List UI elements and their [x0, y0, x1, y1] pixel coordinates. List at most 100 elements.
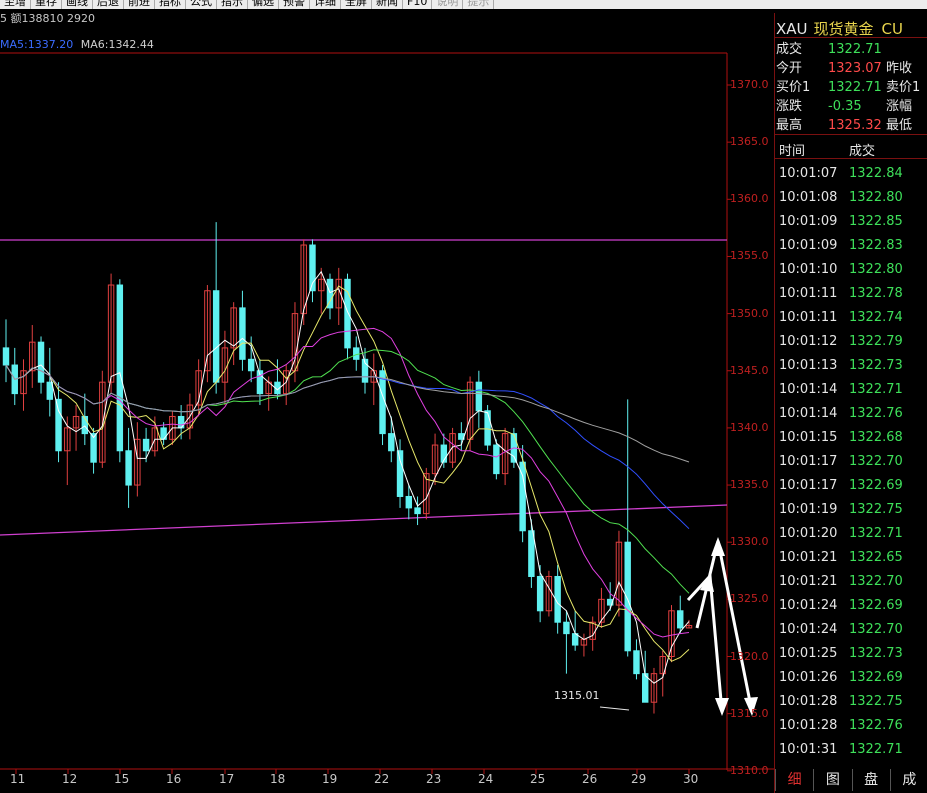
candle-body	[414, 507, 421, 515]
tick-time: 10:01:26	[779, 670, 838, 685]
candle-body	[239, 307, 246, 360]
tick-time: 10:01:31	[779, 742, 838, 757]
tick-price: 1322.73	[849, 358, 903, 373]
y-tick-label: 1335.0	[730, 478, 769, 492]
tick-price: 1322.83	[849, 238, 903, 253]
candle-body	[528, 530, 535, 577]
tick-time: 10:01:28	[779, 718, 838, 733]
tick-time: 10:01:20	[779, 526, 838, 541]
tick-row: 10:01:15 1322.68	[779, 426, 903, 450]
tick-row: 10:01:07 1322.84	[779, 162, 903, 186]
tick-price: 1322.84	[849, 166, 903, 181]
tick-time: 10:01:09	[779, 214, 838, 229]
candle-body	[379, 370, 386, 435]
tick-row: 10:01:21 1322.65	[779, 546, 903, 570]
tick-price: 1322.71	[849, 526, 903, 541]
candle-body	[37, 341, 45, 383]
quote-label-2: 最低	[886, 118, 913, 133]
quote-title: XAU 现货黄金 CU	[776, 18, 903, 39]
x-tick-label: 25	[530, 772, 546, 786]
x-tick-label: 12	[62, 772, 78, 786]
y-tick-label: 1310.0	[730, 763, 769, 777]
quote-label-2: 卖价1	[886, 80, 921, 95]
tick-row: 10:01:26 1322.69	[779, 666, 903, 690]
candle-body	[116, 284, 124, 452]
tick-row: 10:01:31 1322.71	[779, 738, 903, 762]
currency-code: CU	[881, 20, 903, 38]
quote-value: 1322.71	[828, 42, 882, 57]
quote-label-2: 涨幅	[886, 99, 913, 114]
tick-row: 10:01:19 1322.75	[779, 498, 903, 522]
y-tick-label: 1355.0	[730, 249, 769, 263]
candle-body	[677, 610, 684, 629]
tick-row: 10:01:28 1322.76	[779, 714, 903, 738]
trend-line	[0, 504, 728, 536]
panel-tabs: 细 图 盘 成	[775, 769, 927, 791]
tick-time: 10:01:15	[779, 430, 838, 445]
tick-price: 1322.71	[849, 382, 903, 397]
quote-label: 最高	[776, 118, 803, 133]
quote-row: 今开 1323.07 昨收	[776, 59, 912, 78]
tick-row: 10:01:09 1322.85	[779, 210, 903, 234]
tick-time: 10:01:13	[779, 358, 838, 373]
x-tick-label: 17	[219, 772, 235, 786]
candle-body	[125, 450, 132, 486]
tab-trades[interactable]: 成	[889, 769, 927, 791]
y-tick-label: 1365.0	[730, 135, 769, 149]
tab-book[interactable]: 盘	[851, 769, 890, 791]
volume-info: 5 额138810 2920	[0, 12, 95, 25]
tick-time: 10:01:09	[779, 238, 838, 253]
y-tick-label: 1340.0	[730, 420, 769, 434]
tick-row: 10:01:25 1322.73	[779, 642, 903, 666]
tick-row: 10:01:12 1322.79	[779, 330, 903, 354]
tick-row: 10:01:09 1322.83	[779, 234, 903, 258]
y-tick-label: 1320.0	[730, 649, 769, 663]
x-tick-label: 22	[374, 772, 390, 786]
candle-body	[536, 575, 544, 612]
candle-body	[2, 347, 10, 366]
candle-body	[563, 621, 570, 635]
quote-row: 成交 1322.71	[776, 40, 886, 59]
x-tick-label: 18	[270, 772, 286, 786]
tick-row: 10:01:14 1322.76	[779, 402, 903, 426]
tick-price: 1322.85	[849, 214, 903, 229]
tick-price: 1322.76	[849, 406, 903, 421]
up-down-arrow	[695, 540, 754, 713]
tick-row: 10:01:20 1322.71	[779, 522, 903, 546]
divider	[775, 37, 927, 38]
candle-body	[396, 450, 404, 497]
candle-body	[475, 381, 483, 412]
x-tick-label: 24	[478, 772, 494, 786]
tick-price: 1322.69	[849, 478, 903, 493]
divider	[775, 134, 927, 135]
tick-time: 10:01:10	[779, 262, 838, 277]
quote-row: 涨跌 -0.35 涨幅	[776, 97, 912, 116]
tab-detail[interactable]: 细	[775, 769, 813, 791]
tick-time: 10:01:24	[779, 598, 838, 613]
tick-price: 1322.76	[849, 718, 903, 733]
x-tick-label: 15	[114, 772, 130, 786]
candle-body	[55, 398, 62, 452]
candle-body	[142, 438, 150, 452]
tab-chart[interactable]: 图	[813, 769, 851, 791]
col-price: 成交	[849, 144, 876, 159]
tick-price: 1322.74	[849, 310, 903, 325]
tick-time: 10:01:21	[779, 550, 838, 565]
tick-price: 1322.80	[849, 262, 903, 277]
tick-time: 10:01:17	[779, 454, 838, 469]
candle-body	[247, 358, 255, 372]
y-tick-label: 1345.0	[730, 363, 769, 377]
tick-time: 10:01:14	[779, 406, 838, 421]
tick-row: 10:01:13 1322.73	[779, 354, 903, 378]
ma5-value: MA5:1337.20	[0, 38, 74, 51]
tick-row: 10:01:10 1322.80	[779, 258, 903, 282]
candle-body	[212, 290, 220, 383]
tick-time: 10:01:07	[779, 166, 838, 181]
quote-value: 1323.07	[828, 61, 882, 76]
tick-price: 1322.73	[849, 646, 903, 661]
kline-chart[interactable]	[0, 0, 774, 793]
candle-body	[388, 433, 395, 452]
ma6-value: MA6:1342.44	[80, 38, 154, 51]
tick-price: 1322.80	[849, 190, 903, 205]
tick-price: 1322.79	[849, 334, 903, 349]
